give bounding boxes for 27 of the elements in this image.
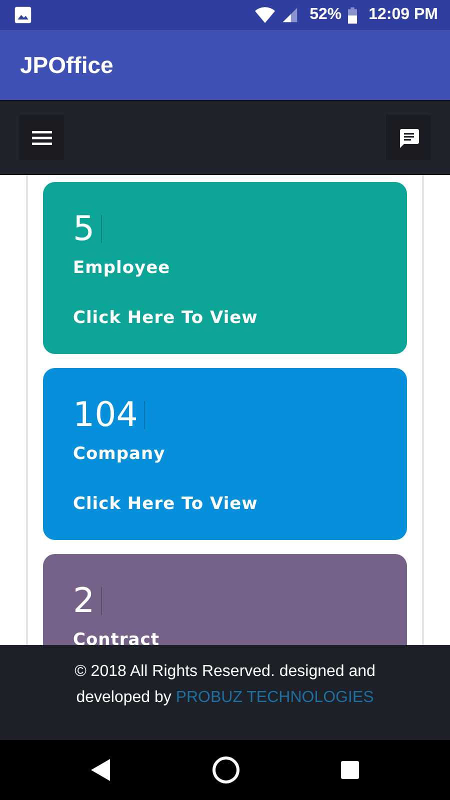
view-link[interactable]: Click Here To View bbox=[73, 308, 258, 328]
signal-icon bbox=[282, 7, 298, 23]
count-value: 5 bbox=[73, 208, 95, 250]
card-label: Employee bbox=[73, 258, 170, 278]
battery-icon bbox=[348, 6, 357, 24]
stat-card[interactable]: 104 Company Click Here To View bbox=[43, 368, 407, 540]
home-icon[interactable] bbox=[212, 756, 240, 784]
menu-icon bbox=[32, 130, 52, 144]
battery-percent: 52% bbox=[310, 6, 342, 24]
company-link[interactable]: PROBUZ TECHNOLOGIES bbox=[176, 689, 374, 706]
clock-time: 12:09 PM bbox=[368, 6, 438, 24]
app-title: JPOffice bbox=[20, 52, 114, 78]
count-value: 2 bbox=[73, 580, 95, 622]
count-value: 104 bbox=[73, 394, 138, 436]
recents-icon[interactable] bbox=[340, 760, 360, 780]
view-link[interactable]: Click Here To View bbox=[73, 494, 258, 514]
chat-icon bbox=[398, 126, 420, 148]
card-label: Company bbox=[73, 444, 166, 464]
wifi-icon bbox=[254, 6, 276, 24]
stat-card[interactable]: 5 Employee Click Here To View bbox=[43, 182, 407, 354]
card-label: Contract bbox=[73, 630, 160, 645]
back-icon[interactable] bbox=[90, 758, 112, 782]
stat-card[interactable]: 2 Contract bbox=[43, 554, 407, 645]
chat-button[interactable] bbox=[386, 115, 431, 160]
copyright-text: © 2018 All Rights Reserved. designed and developed by PROBUZ TECHNOLOGIES bbox=[74, 662, 376, 708]
image-icon bbox=[14, 6, 32, 24]
menu-button[interactable] bbox=[19, 115, 64, 160]
